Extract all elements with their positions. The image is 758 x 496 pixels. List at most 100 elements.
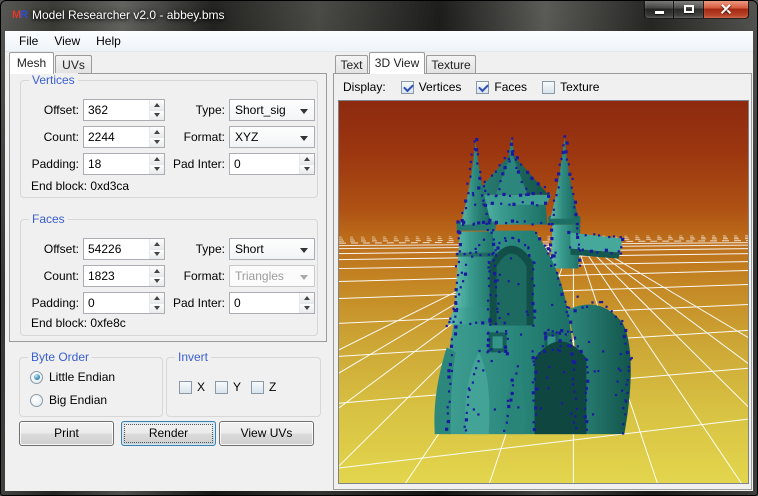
spin-down-button[interactable] [150,277,164,287]
tab-3d-view[interactable]: 3D View [369,52,425,74]
vertices-end-block: End block: 0xd3ca [31,179,129,193]
vertices-pad-inter-spinbox[interactable] [229,153,315,175]
invert-group: Invert X Y Z [166,357,321,417]
faces-count-spinbox[interactable] [83,265,165,287]
faces-group: Faces Offset: Type: Short [20,219,318,336]
faces-padding-spinbox[interactable] [83,292,165,314]
print-button[interactable]: Print [19,421,114,446]
count-label: Count: [21,126,79,148]
spin-up-button[interactable] [150,293,164,304]
vertices-count-spinbox[interactable] [83,126,165,148]
vertices-padding-spinbox[interactable] [83,153,165,175]
display-vertices-checkbox[interactable]: Vertices [401,80,462,94]
spin-buttons [149,266,164,286]
menu-view[interactable]: View [46,32,88,50]
format-label: Format: [169,265,225,287]
invert-x-checkbox[interactable]: X [179,380,205,394]
maximize-button[interactable] [674,0,703,19]
minimize-button[interactable] [644,0,674,19]
end-block-value: 0xd3ca [90,179,129,193]
mesh-tab-pane: Vertices Offset: Type: Short_sig [9,73,327,342]
checkbox-icon [401,81,414,94]
spin-buttons [299,154,314,174]
tab-texture[interactable]: Texture [426,55,476,74]
tab-uvs[interactable]: UVs [55,55,92,74]
menu-file[interactable]: File [11,32,46,50]
menu-help[interactable]: Help [88,32,129,50]
app-window: MR Model Researcher v2.0 - abbey.bms Fil… [0,0,758,496]
abbey-model [434,137,630,434]
minimize-icon [655,11,664,14]
spin-up-button[interactable] [150,266,164,277]
type-label: Type: [169,238,225,260]
radio-icon [30,394,43,407]
radio-little-endian[interactable]: Little Endian [30,370,115,384]
3d-viewport[interactable] [338,100,749,484]
offset-label: Offset: [21,99,79,121]
combobox-value: Short_sig [235,103,286,117]
vertices-offset-spinbox[interactable] [83,99,165,121]
app-icon: MR [12,9,28,23]
checkbox-label: Texture [560,80,599,94]
spin-up-button[interactable] [300,293,314,304]
display-texture-checkbox[interactable]: Texture [542,80,599,94]
radio-label: Little Endian [49,370,115,384]
faces-pad-inter-spinbox[interactable] [229,292,315,314]
3d-scene [339,101,748,483]
render-button[interactable]: Render [121,421,216,446]
display-bar: Display: Vertices Faces Texture [335,75,750,99]
window-controls [644,0,749,19]
invert-y-checkbox[interactable]: Y [215,380,241,394]
maximize-icon [684,5,694,13]
spin-up-button[interactable] [150,154,164,165]
faces-offset-spinbox[interactable] [83,238,165,260]
spin-down-button[interactable] [150,111,164,121]
vertices-group-title: Vertices [29,73,78,87]
spin-down-button[interactable] [150,138,164,148]
spin-buttons [299,293,314,313]
vertices-type-combobox[interactable]: Short_sig [229,99,315,121]
radio-big-endian[interactable]: Big Endian [30,393,107,407]
faces-type-combobox[interactable]: Short [229,238,315,260]
tab-mesh[interactable]: Mesh [9,52,54,74]
spin-down-button[interactable] [300,165,314,175]
end-block-label: End block: [31,179,87,193]
checkbox-icon [542,81,555,94]
combobox-value: Triangles [235,269,284,283]
spin-down-button[interactable] [150,304,164,314]
padding-label: Padding: [21,153,79,175]
dropdown-arrow-icon [300,109,308,114]
view-uvs-button[interactable]: View UVs [219,421,314,446]
spin-up-button[interactable] [150,100,164,111]
spin-buttons [149,127,164,147]
faces-group-title: Faces [29,212,68,226]
checkbox-icon [251,381,264,394]
combobox-value: XYZ [235,130,258,144]
format-label: Format: [169,126,225,148]
workspace: Mesh UVs Vertices Offset: Type: [5,52,753,491]
count-label: Count: [21,265,79,287]
checkbox-label: Z [269,380,276,394]
vertices-format-combobox[interactable]: XYZ [229,126,315,148]
spin-up-button[interactable] [300,154,314,165]
checkbox-icon [476,81,489,94]
display-label: Display: [343,80,386,94]
end-block-value: 0xfe8c [90,316,125,330]
vertices-group: Vertices Offset: Type: Short_sig [20,80,318,198]
dropdown-arrow-icon [300,275,308,280]
spin-down-button[interactable] [300,304,314,314]
display-faces-checkbox[interactable]: Faces [476,80,527,94]
spin-up-button[interactable] [150,127,164,138]
spin-up-button[interactable] [150,239,164,250]
spin-down-button[interactable] [150,250,164,260]
tab-text[interactable]: Text [335,55,368,74]
invert-z-checkbox[interactable]: Z [251,380,276,394]
checkbox-label: X [197,380,205,394]
view-tab-pane: Display: Vertices Faces Texture [333,73,752,490]
end-block-label: End block: [31,316,87,330]
invert-title: Invert [175,350,211,364]
checkbox-icon [215,381,228,394]
spin-down-button[interactable] [150,165,164,175]
close-button[interactable] [703,0,749,19]
title-bar[interactable]: MR Model Researcher v2.0 - abbey.bms [1,1,757,31]
